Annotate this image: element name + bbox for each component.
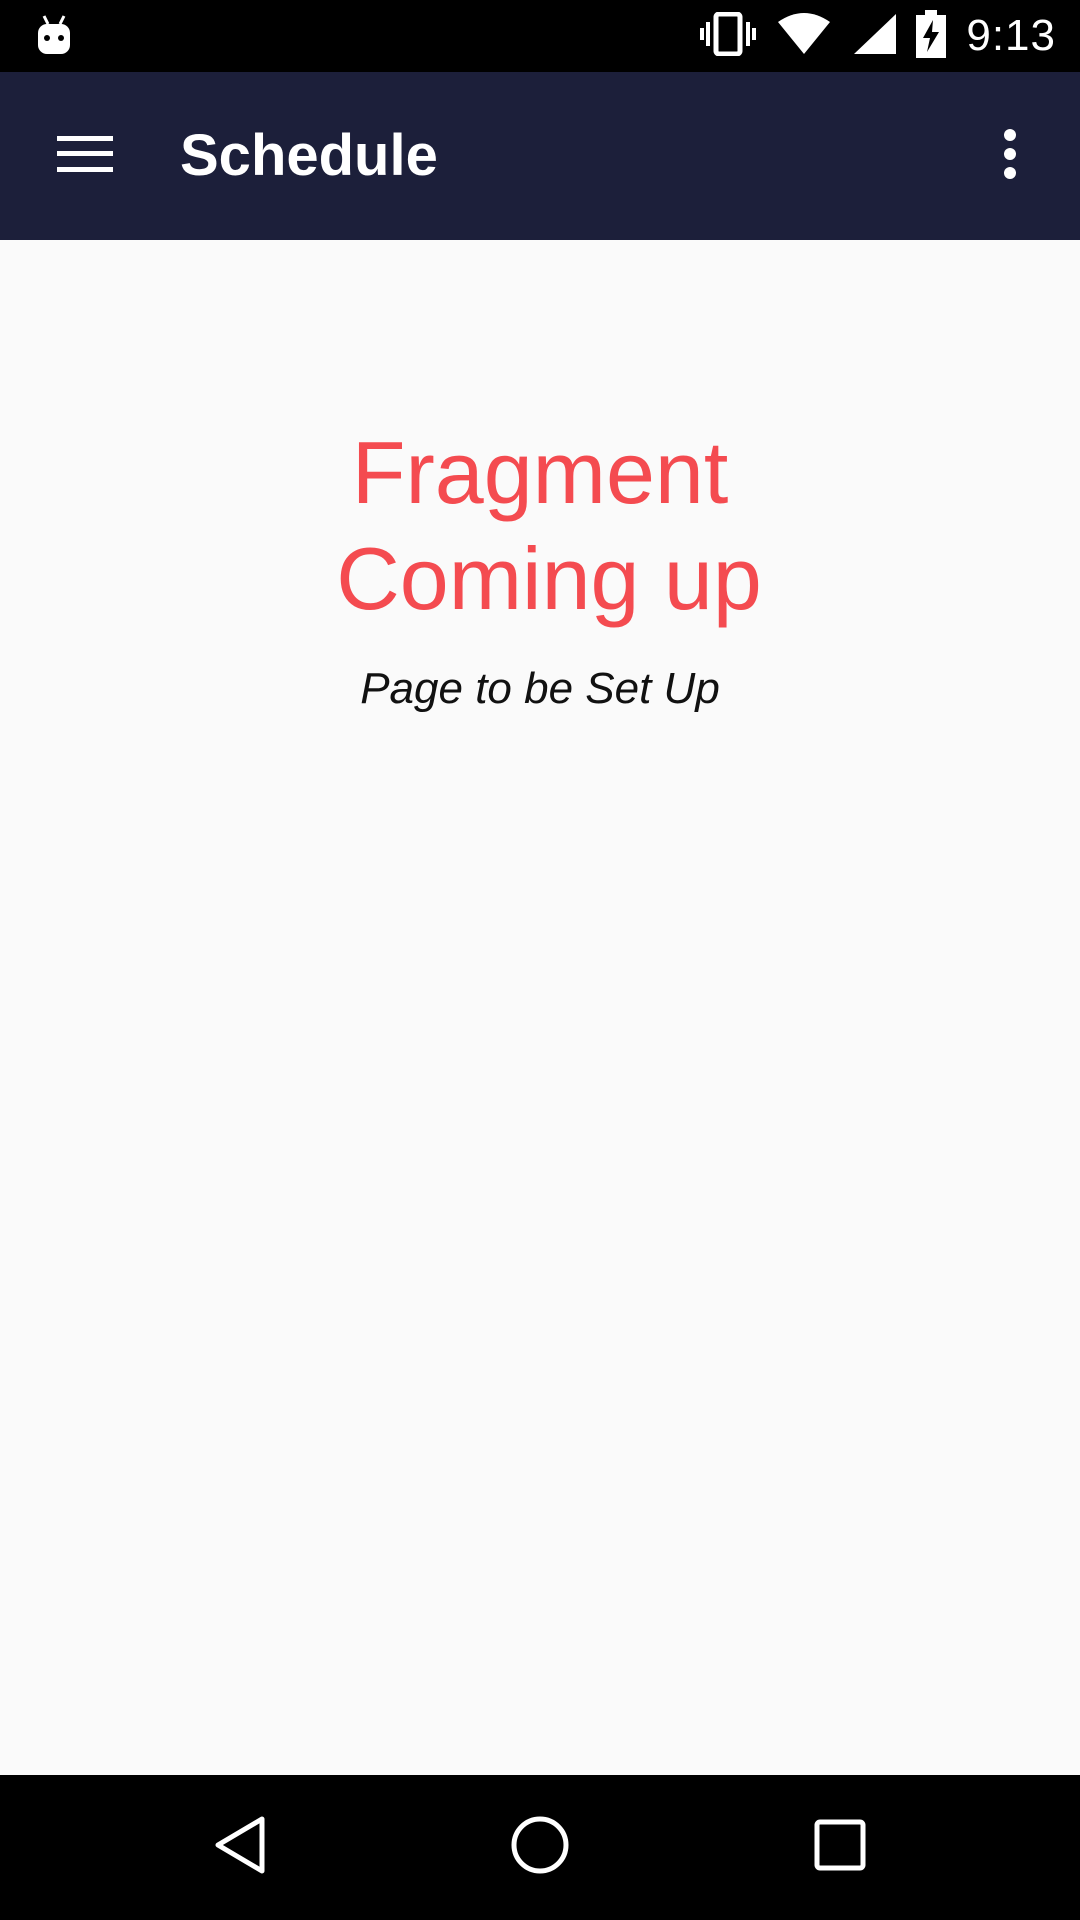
android-debug-icon — [36, 14, 72, 58]
status-clock: 9:13 — [966, 11, 1056, 60]
headline-line-1: Fragment — [351, 423, 729, 522]
wifi-icon — [776, 12, 832, 61]
vibrate-icon — [700, 11, 757, 61]
battery-charging-icon — [916, 9, 947, 63]
fragment-content: Fragment Coming up Page to be Set Up — [0, 240, 1080, 1775]
placeholder-headline: Fragment Coming up — [0, 420, 1080, 632]
app-toolbar: Schedule — [0, 72, 1080, 240]
hamburger-menu-icon — [57, 134, 113, 179]
system-nav-bar — [0, 1775, 1080, 1920]
placeholder-subtitle: Page to be Set Up — [360, 664, 720, 713]
recents-button[interactable] — [760, 1775, 920, 1920]
home-button[interactable] — [460, 1775, 620, 1920]
status-bar: 9:13 — [0, 0, 1080, 72]
cell-signal-icon — [852, 12, 897, 61]
back-button[interactable] — [160, 1775, 320, 1920]
headline-line-2: Coming up — [336, 529, 762, 628]
recents-square-icon — [814, 1819, 866, 1876]
home-circle-icon — [510, 1815, 570, 1880]
overflow-menu-button[interactable] — [968, 114, 1052, 198]
back-triangle-icon — [212, 1815, 268, 1880]
more-vert-icon — [1002, 128, 1018, 185]
page-title: Schedule — [180, 123, 438, 188]
navigation-drawer-button[interactable] — [40, 114, 130, 198]
